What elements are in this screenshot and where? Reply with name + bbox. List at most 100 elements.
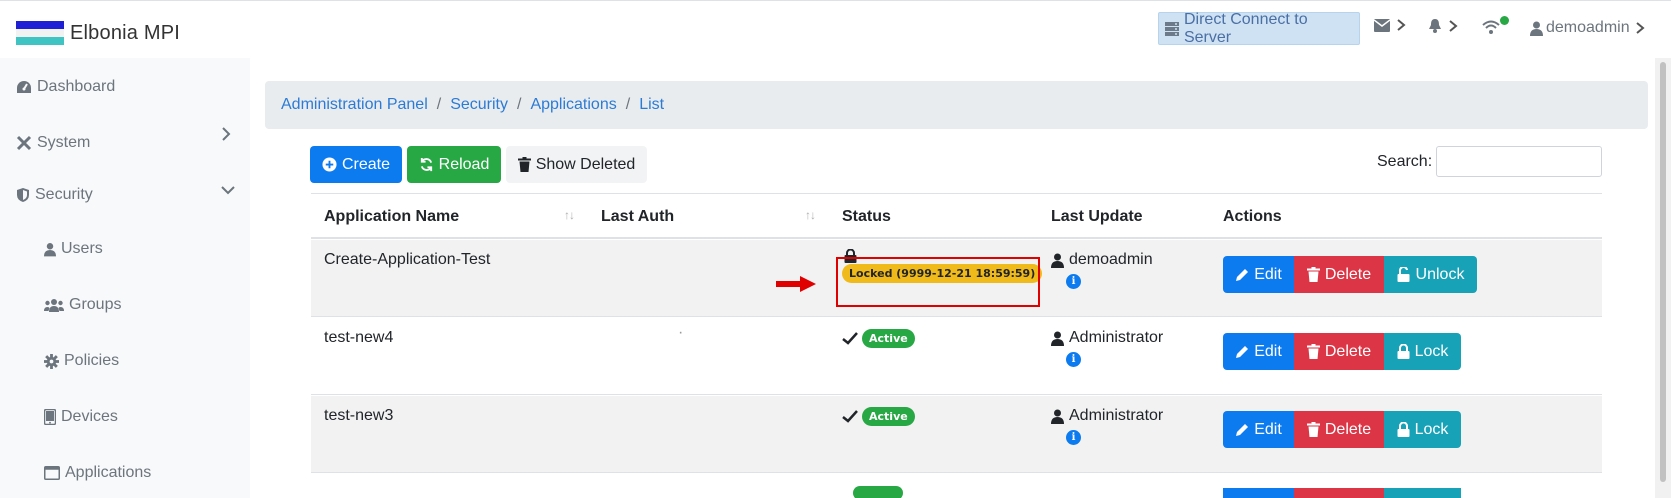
row-actions: Edit Delete Unlock bbox=[1223, 256, 1477, 293]
sidebar-item-label: Devices bbox=[61, 408, 118, 425]
tablet-icon bbox=[44, 409, 56, 425]
status-cell: Active bbox=[842, 329, 915, 348]
breadcrumb-list[interactable]: List bbox=[639, 96, 664, 114]
info-icon[interactable]: i bbox=[1066, 430, 1081, 445]
shield-icon bbox=[17, 188, 29, 202]
show-deleted-label: Show Deleted bbox=[535, 155, 636, 173]
direct-connect-button[interactable]: Direct Connect to Server bbox=[1158, 11, 1360, 46]
application-name[interactable]: Create-Application-Test bbox=[324, 251, 490, 269]
wifi-icon bbox=[1482, 20, 1500, 34]
table-row bbox=[311, 474, 1602, 498]
delete-button[interactable] bbox=[1294, 488, 1384, 498]
breadcrumb-security[interactable]: Security bbox=[450, 96, 508, 114]
application-name[interactable]: test-new4 bbox=[324, 329, 393, 347]
sidebar-item-system[interactable]: System bbox=[16, 134, 90, 152]
info-icon[interactable]: i bbox=[1066, 352, 1081, 367]
delete-button[interactable]: Delete bbox=[1294, 256, 1384, 293]
envelope-icon bbox=[1374, 18, 1390, 32]
sort-icon[interactable]: ↑↓ bbox=[564, 208, 575, 222]
breadcrumb-separator: / bbox=[625, 96, 631, 113]
delete-button[interactable]: Delete bbox=[1294, 411, 1384, 448]
table-row: test-new3 Active Administrator i Edit De… bbox=[311, 396, 1602, 473]
edit-button[interactable] bbox=[1223, 488, 1294, 498]
lock-button[interactable]: Lock bbox=[1384, 333, 1461, 370]
connection-status[interactable] bbox=[1482, 20, 1500, 34]
top-navbar: Elbonia MPI Direct Connect to Server dem… bbox=[0, 0, 1671, 58]
status-badge bbox=[853, 486, 903, 498]
username: demoadmin bbox=[1546, 19, 1630, 36]
user-icon bbox=[1051, 409, 1064, 424]
red-arrow-icon bbox=[776, 276, 816, 292]
updated-by: Administrator bbox=[1069, 407, 1164, 424]
unlock-icon bbox=[1397, 267, 1410, 282]
column-header-last-update: Last Update bbox=[1051, 208, 1143, 225]
sidebar-item-dashboard[interactable]: Dashboard bbox=[16, 78, 115, 96]
breadcrumb-administration-panel[interactable]: Administration Panel bbox=[281, 96, 428, 114]
status-badge: Active bbox=[862, 407, 915, 426]
chevron-right-icon[interactable] bbox=[220, 126, 232, 142]
create-button[interactable]: Create bbox=[310, 146, 402, 183]
lock-button[interactable]: Lock bbox=[1384, 411, 1461, 448]
dashboard-icon bbox=[17, 81, 31, 93]
gear-icon bbox=[44, 353, 59, 369]
notifications-menu[interactable] bbox=[1428, 18, 1459, 33]
sidebar-item-applications[interactable]: Applications bbox=[44, 464, 151, 482]
breadcrumb-applications[interactable]: Applications bbox=[530, 96, 616, 114]
app-title: Elbonia MPI bbox=[70, 21, 181, 44]
user-icon bbox=[1051, 253, 1064, 268]
sidebar-item-groups[interactable]: Groups bbox=[44, 296, 121, 314]
trash-icon bbox=[1306, 344, 1320, 359]
sidebar-item-label: Applications bbox=[65, 464, 152, 481]
search-label: Search: bbox=[1377, 153, 1433, 170]
plus-circle-icon bbox=[322, 157, 337, 172]
delete-button[interactable]: Delete bbox=[1294, 333, 1384, 370]
last-update-cell: Administrator i bbox=[1051, 407, 1163, 445]
sidebar-item-label: System bbox=[37, 134, 91, 151]
column-header-application-name[interactable]: Application Name bbox=[324, 208, 459, 226]
bell-icon bbox=[1429, 19, 1441, 33]
sidebar-item-users[interactable]: Users bbox=[44, 240, 103, 258]
users-icon bbox=[44, 299, 64, 312]
column-header-status: Status bbox=[842, 208, 891, 225]
sidebar-item-policies[interactable]: Policies bbox=[44, 352, 119, 370]
user-icon bbox=[44, 242, 56, 256]
brand[interactable]: Elbonia MPI bbox=[16, 21, 180, 45]
pencil-icon bbox=[1236, 345, 1249, 358]
reload-label: Reload bbox=[438, 155, 490, 173]
online-status-dot bbox=[1500, 16, 1509, 25]
lock-icon bbox=[1397, 344, 1410, 359]
breadcrumb: Administration Panel / Security / Applic… bbox=[265, 81, 1648, 129]
last-auth: · bbox=[678, 324, 684, 341]
show-deleted-button[interactable]: Show Deleted bbox=[506, 146, 647, 183]
pencil-icon bbox=[1236, 268, 1249, 281]
last-update-cell: Administrator i bbox=[1051, 329, 1163, 367]
column-header-last-auth[interactable]: Last Auth bbox=[601, 208, 674, 226]
table-header: Application Name ↑↓ Last Auth ↑↓ Status … bbox=[311, 193, 1602, 239]
unlock-button[interactable]: Unlock bbox=[1384, 256, 1477, 293]
edit-button[interactable]: Edit bbox=[1223, 411, 1294, 448]
create-label: Create bbox=[341, 155, 391, 173]
pencil-icon bbox=[1236, 423, 1249, 436]
info-icon[interactable]: i bbox=[1066, 274, 1081, 289]
edit-button[interactable]: Edit bbox=[1223, 333, 1294, 370]
chevron-down-icon[interactable] bbox=[220, 184, 236, 196]
messages-menu[interactable] bbox=[1374, 18, 1407, 32]
lock-label: Lock bbox=[1414, 420, 1449, 438]
user-menu[interactable]: demoadmin bbox=[1530, 19, 1649, 37]
updated-by: demoadmin bbox=[1069, 251, 1153, 268]
sidebar-item-security[interactable]: Security bbox=[16, 186, 93, 204]
sidebar-item-label: Groups bbox=[69, 296, 122, 313]
sidebar-item-label: Security bbox=[35, 186, 93, 203]
edit-button[interactable]: Edit bbox=[1223, 256, 1294, 293]
lock-button[interactable] bbox=[1384, 488, 1461, 498]
sort-icon[interactable]: ↑↓ bbox=[805, 208, 816, 222]
delete-label: Delete bbox=[1324, 420, 1372, 438]
status-cell: Active bbox=[842, 407, 915, 426]
scrollbar-thumb[interactable] bbox=[1660, 62, 1666, 482]
sidebar-item-devices[interactable]: Devices bbox=[44, 408, 118, 426]
application-name[interactable]: test-new3 bbox=[324, 407, 393, 425]
column-header-actions: Actions bbox=[1223, 208, 1282, 225]
search-input[interactable] bbox=[1436, 146, 1602, 177]
delete-label: Delete bbox=[1324, 265, 1372, 283]
reload-button[interactable]: Reload bbox=[407, 146, 501, 183]
